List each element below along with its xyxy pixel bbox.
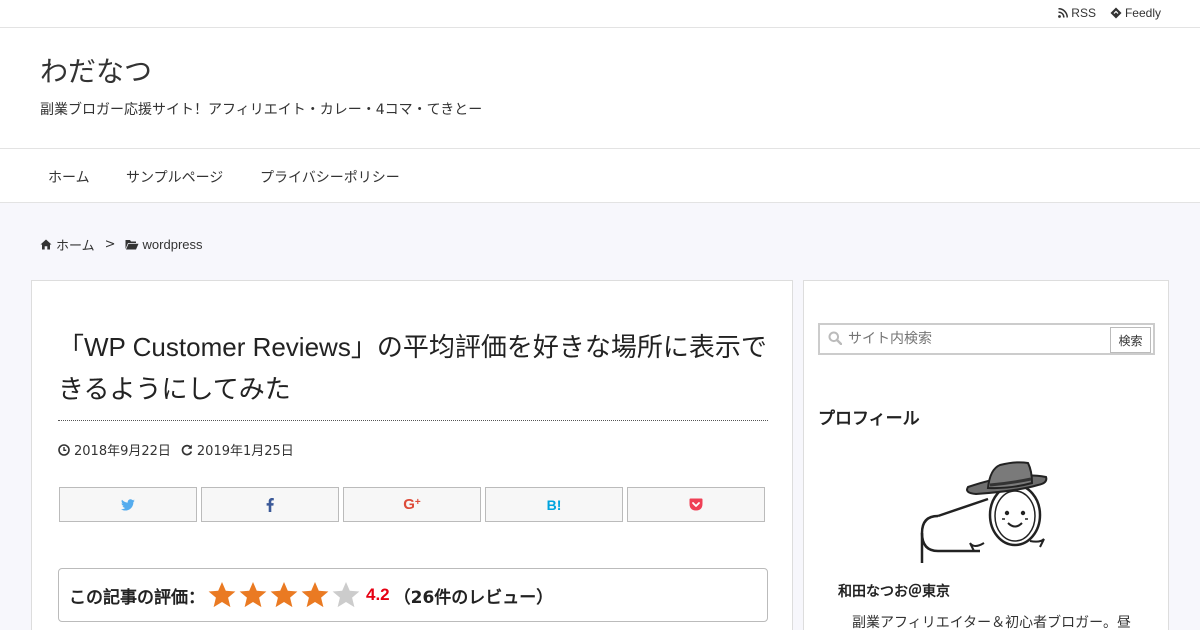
top-links: RSS Feedly (1058, 6, 1161, 20)
search-input[interactable] (820, 325, 1153, 353)
star-icon (208, 581, 236, 608)
rating-box: この記事の評価： 4.2 （26件のレビュー） (58, 568, 768, 622)
updated-date: 2019年1月25日 (181, 440, 294, 459)
rating-stars (207, 581, 361, 609)
share-hatena-button[interactable]: B! (485, 487, 623, 522)
published-date: 2018年9月22日 (58, 440, 171, 459)
site-header: わだなつ 副業ブロガー応援サイト！アフィリエイト・カレー・4コマ・てきとー (0, 28, 1200, 148)
post-title: 「WP Customer Reviews」の平均評価を好きな場所に表示できるよう… (58, 326, 768, 411)
title-divider (58, 420, 768, 421)
share-buttons: G+ B! (59, 487, 765, 522)
star-icon (270, 581, 298, 608)
google-plus-icon: G+ (403, 496, 421, 513)
updated-date-text: 2019年1月25日 (196, 444, 294, 459)
twitter-icon (121, 498, 135, 511)
breadcrumb-home[interactable]: ホーム (40, 235, 95, 254)
rating-count: （26件のレビュー） (393, 587, 554, 608)
rss-link[interactable]: RSS (1058, 6, 1096, 20)
top-bar: RSS Feedly (0, 0, 1200, 28)
clock-icon (58, 443, 70, 456)
site-search: 検索 (818, 323, 1155, 355)
article-card: 「WP Customer Reviews」の平均評価を好きな場所に表示できるよう… (31, 280, 793, 630)
search-button[interactable]: 検索 (1110, 327, 1151, 353)
nav-item-privacy-policy[interactable]: プライバシーポリシー (260, 167, 400, 187)
published-date-text: 2018年9月22日 (74, 444, 171, 459)
home-icon (40, 239, 52, 250)
sidebar: 検索 プロフィール 和田なつお＠東京 副業アフィリエイター＆初心者ブロガー。昼 (803, 280, 1169, 630)
hatena-bookmark-icon: B! (546, 496, 562, 513)
nav-item-sample-page[interactable]: サンプルページ (126, 167, 223, 187)
rss-label: RSS (1071, 6, 1096, 20)
rating-average: 4.2 (366, 585, 390, 604)
profile-name: 和田なつお＠東京 (838, 584, 950, 600)
breadcrumb-category[interactable]: wordpress (125, 237, 203, 252)
breadcrumb-home-label: ホーム (56, 239, 95, 254)
star-icon (301, 581, 329, 608)
pocket-icon (689, 498, 703, 511)
share-facebook-button[interactable] (201, 487, 339, 522)
post-dates: 2018年9月22日 2019年1月25日 (58, 440, 294, 459)
post-title-open: 「 (58, 333, 85, 363)
feedly-label: Feedly (1124, 6, 1161, 20)
site-title[interactable]: わだなつ (40, 50, 152, 90)
feedly-link[interactable]: Feedly (1110, 6, 1161, 20)
refresh-icon (181, 444, 193, 455)
profile-title: プロフィール (818, 409, 920, 429)
share-google-plus-button[interactable]: G+ (343, 487, 481, 522)
breadcrumb: ホーム > wordpress (40, 235, 203, 254)
avatar (920, 461, 1048, 563)
rating-label: この記事の評価： (69, 587, 205, 608)
global-nav: ホーム サンプルページ プライバシーポリシー (0, 148, 1200, 203)
breadcrumb-separator: > (104, 237, 116, 252)
feedly-icon (1110, 7, 1122, 19)
site-description: 副業ブロガー応援サイト！アフィリエイト・カレー・4コマ・てきとー (40, 102, 483, 118)
post-title-plugin: WP Customer Reviews (84, 332, 351, 362)
share-pocket-button[interactable] (627, 487, 765, 522)
facebook-icon (266, 497, 274, 512)
folder-open-icon (125, 240, 139, 250)
profile-description: 副業アフィリエイター＆初心者ブロガー。昼 (852, 615, 1132, 630)
star-icon (332, 581, 360, 608)
rss-icon (1058, 8, 1069, 18)
share-twitter-button[interactable] (59, 487, 197, 522)
search-icon (828, 331, 842, 345)
breadcrumb-category-label: wordpress (142, 237, 203, 252)
nav-item-home[interactable]: ホーム (48, 167, 90, 187)
star-icon (239, 581, 267, 608)
